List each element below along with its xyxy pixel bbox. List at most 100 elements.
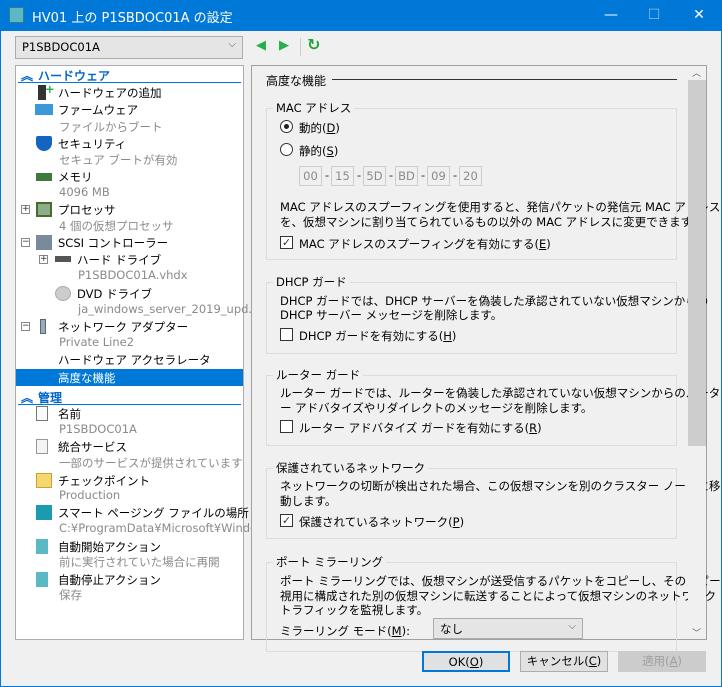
auto-stop-icon — [36, 572, 48, 587]
scrollbar-thumb[interactable] — [688, 80, 706, 446]
section-hardware[interactable]: ︽ ハードウェア — [16, 66, 243, 83]
scroll-up-icon[interactable]: ︿ — [692, 66, 701, 79]
dhcp-label[interactable]: DHCP ガードを有効にする(H) — [299, 328, 456, 344]
mac-octet-1[interactable]: 00 — [299, 166, 322, 186]
tree-item-name[interactable]: 名前 — [16, 405, 243, 422]
tree-item-smart-paging[interactable]: スマート ページング ファイルの場所 — [16, 504, 249, 521]
cancel-button[interactable]: キャンセル(C) — [520, 651, 608, 672]
window-title: HV01 上の P1SBDOC01A の設定 — [32, 11, 233, 26]
title-rule — [332, 79, 677, 80]
mac-octet-6[interactable]: 20 — [459, 166, 482, 186]
protected-desc-2: 動します。 — [280, 494, 337, 508]
vm-selector[interactable]: P1SBDOC01A ⌵ — [15, 36, 243, 59]
router-checkbox[interactable] — [280, 420, 293, 433]
router-legend: ルーター ガード — [273, 367, 364, 383]
shield-icon — [36, 136, 52, 151]
smart-paging-sub: C:¥ProgramData¥Microsoft¥Windo... — [59, 521, 268, 535]
mirroring-group: ポート ミラーリング ポート ミラーリングでは、仮想マシンが送受信するパケットを… — [266, 554, 722, 652]
mirroring-legend: ポート ミラーリング — [273, 554, 387, 570]
mac-group: MAC アドレス 動的(D) 静的(S) 00 - 15 - 5D - BD -… — [266, 100, 720, 260]
mac-octet-5[interactable]: 09 — [427, 166, 450, 186]
tree-item-hard-drive[interactable]: + ハード ドライブ — [16, 251, 243, 268]
tree-item-hw-accel[interactable]: ハードウェア アクセラレータ — [16, 351, 243, 368]
name-icon — [36, 406, 48, 421]
ok-button[interactable]: OK(O) — [422, 651, 510, 672]
auto-start-sub: 前に実行されていた場合に再開 — [59, 555, 220, 569]
scsi-icon — [36, 235, 52, 250]
tree-item-processor[interactable]: + プロセッサ — [16, 201, 243, 218]
chevron-down-icon: ⌵ — [568, 621, 576, 632]
tree-item-memory[interactable]: メモリ — [16, 168, 243, 185]
router-label[interactable]: ルーター アドバタイズ ガードを有効にする(R) — [299, 420, 542, 436]
window-icon — [9, 7, 24, 23]
refresh-icon[interactable]: ↻ — [307, 35, 320, 54]
mac-desc-1: MAC アドレスのスプーフィングを使用すると、発信パケットの発信元 MAC アド… — [280, 200, 721, 214]
memory-icon — [36, 173, 52, 181]
dhcp-group: DHCP ガード DHCP ガードでは、DHCP サーバーを偽装した承認されてい… — [266, 274, 708, 354]
close-button[interactable]: ✕ — [688, 4, 710, 26]
dynamic-label[interactable]: 動的(D) — [299, 120, 340, 136]
panel-title: 高度な機能 — [266, 74, 327, 88]
maximize-button[interactable]: ☐ — [643, 4, 665, 26]
smart-paging-icon — [36, 505, 52, 520]
static-radio[interactable] — [280, 143, 293, 156]
processor-icon — [36, 202, 52, 217]
expand-icon[interactable]: + — [21, 205, 30, 214]
dhcp-checkbox[interactable] — [280, 328, 293, 341]
auto-stop-sub: 保存 — [59, 588, 82, 602]
apply-button[interactable]: 適用(A) — [618, 651, 706, 672]
back-icon[interactable]: ◀ — [256, 38, 266, 53]
settings-panel: 高度な機能 MAC アドレス 動的(D) 静的(S) 00 - 15 - 5D … — [251, 65, 722, 652]
dynamic-radio[interactable] — [280, 120, 293, 133]
forward-icon[interactable]: ▶ — [279, 38, 289, 53]
tree-item-dvd[interactable]: DVD ドライブ — [16, 285, 243, 302]
mirroring-desc-3: トラフィックを監視します。 — [280, 603, 429, 617]
expand-icon[interactable]: + — [39, 255, 48, 264]
mac-octet-2[interactable]: 15 — [331, 166, 354, 186]
firmware-sub: ファイルからブート — [59, 120, 163, 134]
tree-item-security[interactable]: セキュリティ — [16, 135, 243, 152]
checkpoint-sub: Production — [59, 488, 121, 502]
collapse-icon[interactable]: − — [21, 322, 30, 331]
tree-item-scsi[interactable]: − SCSI コントローラー — [16, 234, 243, 251]
scroll-down-icon[interactable]: ﹀ — [692, 626, 701, 639]
tree-item-advanced[interactable]: 高度な機能 — [16, 369, 243, 386]
section-management[interactable]: ︽ 管理 — [16, 388, 243, 405]
static-label[interactable]: 静的(S) — [299, 143, 338, 159]
router-desc-2: ー アドバタイズやリダイレクトのメッセージを削除します。 — [280, 401, 593, 415]
mac-octet-3[interactable]: 5D — [363, 166, 386, 186]
tree-item-firmware[interactable]: ファームウェア — [16, 101, 243, 118]
vm-selector-value: P1SBDOC01A — [22, 40, 100, 54]
router-desc-1: ルーター ガードでは、ルーターを偽装した承認されていない仮想マシンからのルータ — [280, 386, 721, 400]
integration-icon — [36, 439, 48, 454]
tree-item-network-adapter[interactable]: − ネットワーク アダプター — [16, 318, 243, 335]
network-sub: Private Line2 — [59, 335, 135, 349]
title-bar: HV01 上の P1SBDOC01A の設定 — ☐ ✕ — [0, 0, 722, 31]
tree-item-integration[interactable]: 統合サービス — [16, 438, 243, 455]
protected-label[interactable]: 保護されているネットワーク(P) — [299, 514, 464, 530]
name-sub: P1SBDOC01A — [59, 422, 137, 436]
integration-sub: 一部のサービスが提供されています — [59, 456, 243, 470]
hard-drive-sub: P1SBDOC01A.vhdx — [78, 268, 188, 282]
dhcp-desc-2: DHCP サーバー メッセージを削除します。 — [280, 308, 503, 322]
processor-sub: 4 個の仮想プロセッサ — [59, 219, 174, 233]
mirroring-mode-label: ミラーリング モード(M): — [280, 624, 410, 638]
mirroring-mode-select[interactable]: なし ⌵ — [433, 618, 583, 639]
protected-checkbox[interactable]: ✓ — [280, 514, 293, 527]
mirroring-mode-value: なし — [440, 622, 463, 636]
settings-tree: ︽ ハードウェア + ハードウェアの追加 ファームウェア ファイルからブート セキ… — [15, 65, 268, 640]
memory-sub: 4096 MB — [59, 185, 110, 199]
tree-item-add-hardware[interactable]: + ハードウェアの追加 — [16, 82, 243, 101]
toolbar-divider — [300, 38, 301, 56]
auto-start-icon — [36, 539, 48, 554]
hard-drive-icon — [55, 256, 71, 262]
collapse-icon[interactable]: − — [21, 238, 30, 247]
spoof-label[interactable]: MAC アドレスのスプーフィングを有効にする(E) — [299, 236, 551, 252]
minimize-button[interactable]: — — [600, 4, 622, 26]
network-adapter-icon — [40, 319, 46, 334]
mac-desc-2: を、仮想マシンに割り当てられているもの以外の MAC アドレスに変更できます。 — [280, 215, 703, 229]
protected-group: 保護されているネットワーク ネットワークの切断が検出された場合、この仮想マシンを… — [266, 460, 720, 539]
mac-octet-4[interactable]: BD — [395, 166, 418, 186]
checkpoint-icon — [36, 473, 52, 488]
spoof-checkbox[interactable]: ✓ — [280, 236, 293, 249]
